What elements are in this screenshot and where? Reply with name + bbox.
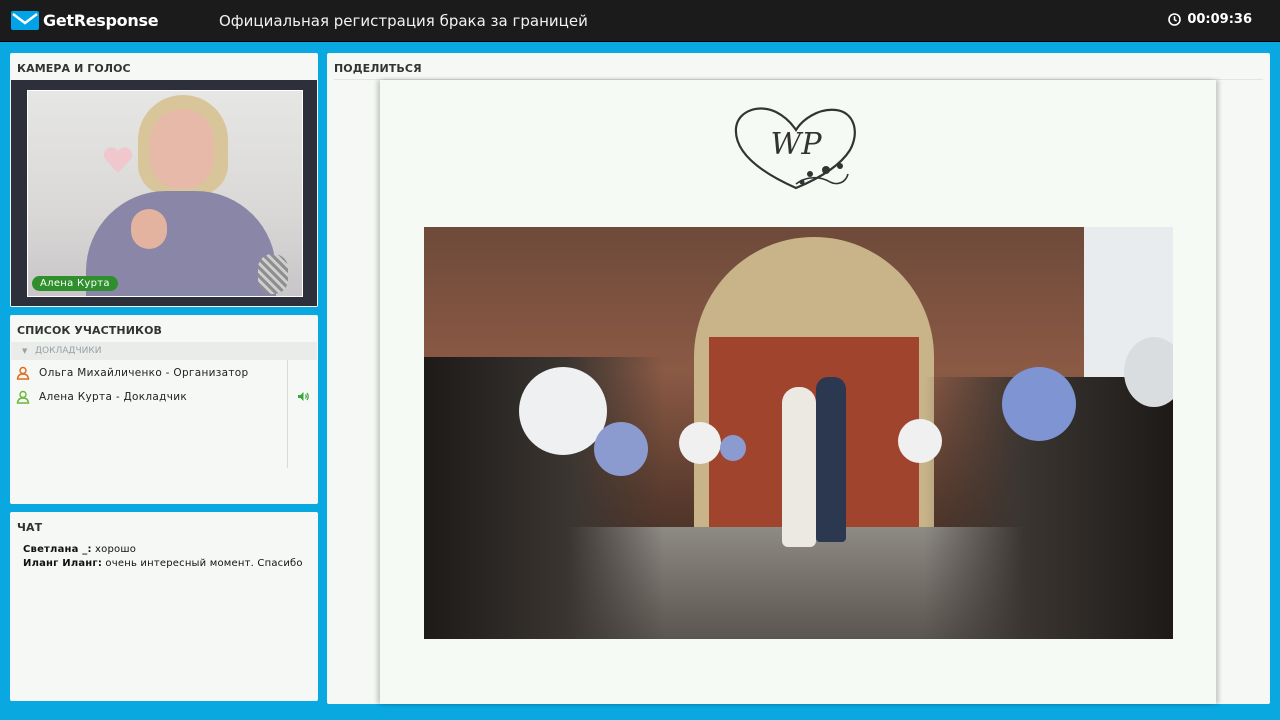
participant-label: Ольга Михайличенко - Организатор (39, 367, 249, 379)
timer: 00:09:36 (1168, 12, 1252, 27)
camera-panel: КАМЕРА И ГОЛОС Алена Курта (10, 53, 318, 307)
chat-message: Иланг Иланг: очень интересный момент. Сп… (23, 558, 303, 569)
collapse-triangle-icon[interactable]: ▼ (22, 342, 27, 360)
photo-flower (594, 422, 648, 476)
participant-row-speaker[interactable]: Алена Курта - Докладчик (16, 387, 309, 407)
wedding-photo (424, 227, 1173, 639)
top-bar: GetResponse Официальная регистрация брак… (0, 0, 1280, 42)
photo-flower (679, 422, 721, 464)
camera-frame: Алена Курта (11, 80, 317, 306)
wp-monogram-logo: WP (734, 107, 856, 190)
share-panel-title: ПОДЕЛИТЬСЯ (334, 62, 422, 75)
participants-panel-title: СПИСОК УЧАСТНИКОВ (17, 324, 163, 337)
photo-flower (898, 419, 942, 463)
chat-author: Светлана _: (23, 544, 92, 555)
participant-row-organizer[interactable]: Ольга Михайличенко - Организатор (16, 363, 306, 383)
presenter-hand (131, 209, 167, 249)
presenter-name-badge: Алена Курта (32, 276, 118, 291)
clock-icon (1168, 13, 1182, 26)
participants-panel: СПИСОК УЧАСТНИКОВ ▼ ДОКЛАДЧИКИ Ольга Мих… (10, 315, 318, 504)
chat-message: Светлана _: хорошо (23, 544, 136, 555)
speaker-volume-icon[interactable] (297, 391, 310, 402)
presenter-face (150, 109, 214, 189)
photo-flower (1002, 367, 1076, 441)
photo-flower (720, 435, 746, 461)
monogram-text: WP (770, 127, 822, 162)
user-icon (16, 366, 30, 380)
speakers-group-label: ДОКЛАДЧИКИ (35, 346, 102, 356)
webinar-title: Официальная регистрация брака за границе… (219, 12, 588, 30)
chat-panel: ЧАТ Светлана _: хорошо Иланг Иланг: очен… (10, 512, 318, 701)
share-panel: ПОДЕЛИТЬСЯ WP (327, 53, 1270, 704)
user-icon (16, 390, 30, 404)
logo-text: GetResponse (43, 11, 159, 30)
chat-panel-title: ЧАТ (17, 521, 43, 534)
chat-text: очень интересный момент. Спасибо (105, 558, 303, 569)
participant-label: Алена Курта - Докладчик (39, 391, 187, 403)
microphone (258, 254, 288, 294)
speakers-group-header[interactable]: ▼ ДОКЛАДЧИКИ (11, 342, 317, 360)
presenter-video[interactable]: Алена Курта (27, 90, 303, 297)
logo: GetResponse (11, 11, 159, 30)
photo-groom (816, 377, 846, 542)
presentation-slide: WP (380, 80, 1216, 704)
timer-value: 00:09:36 (1187, 12, 1252, 27)
camera-panel-title: КАМЕРА И ГОЛОС (17, 62, 131, 75)
envelope-logo-icon (11, 11, 39, 30)
chat-author: Иланг Иланг: (23, 558, 103, 569)
heart-decoration (103, 147, 133, 173)
photo-bride (782, 387, 816, 547)
chat-text: хорошо (95, 544, 137, 555)
